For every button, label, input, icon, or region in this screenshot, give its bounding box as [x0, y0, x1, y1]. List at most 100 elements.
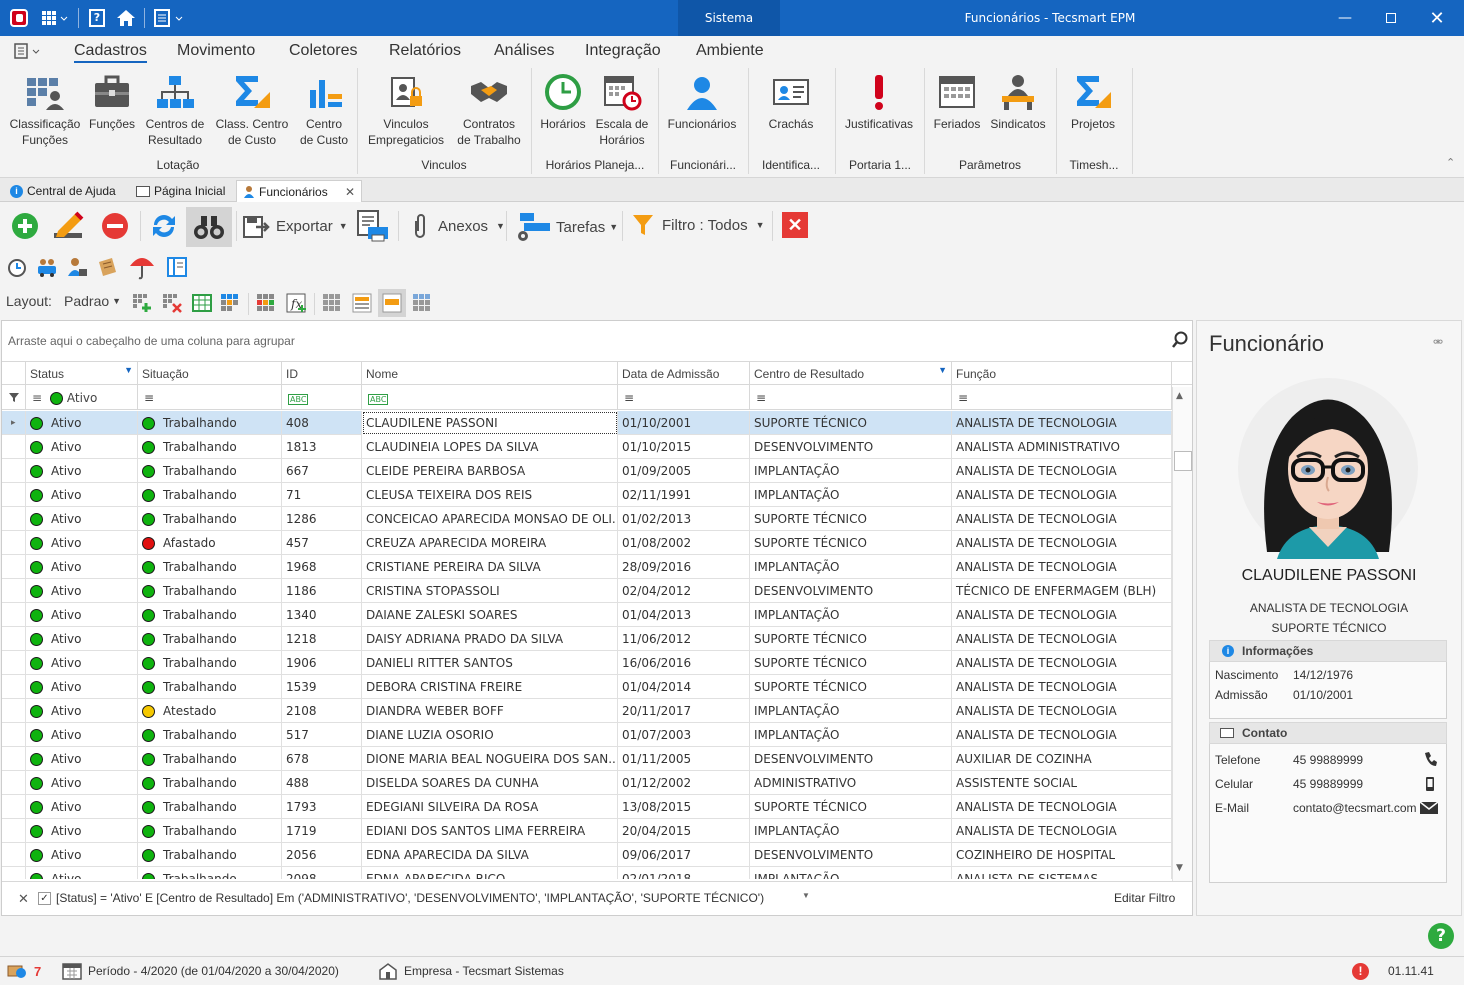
cell-admissao[interactable]: 02/11/1991 [618, 483, 750, 507]
cell-centro[interactable]: SUPORTE TÉCNICO [750, 627, 952, 651]
cell-centro[interactable]: IMPLANTAÇÃO [750, 867, 952, 879]
people-car-icon[interactable] [36, 256, 58, 278]
collapse-ribbon-icon[interactable]: ⌃ [1446, 156, 1455, 169]
cell-centro[interactable]: DESENVOLVIMENTO [750, 747, 952, 771]
close-tab-icon[interactable]: ✕ [345, 185, 355, 199]
tab-central-ajuda[interactable]: i Central de Ajuda [4, 180, 122, 202]
scroll-thumb[interactable] [1174, 451, 1192, 471]
table-row[interactable]: Ativo Trabalhando 1539 DEBORA CRISTINA FREI… [2, 675, 1172, 699]
cell-funcao[interactable]: TÉCNICO DE ENFERMAGEM (BLH) [952, 579, 1172, 603]
cell-nome[interactable]: CRISTIANE PEREIRA DA SILVA [362, 555, 618, 579]
add-layout-icon[interactable] [132, 293, 152, 313]
table-row[interactable]: Ativo Trabalhando 1968 CRISTIANE PEREIRA DA… [2, 555, 1172, 579]
column-header-status[interactable]: Status ▼ [26, 362, 138, 386]
centros-resultado-button[interactable]: Centros de Resultado [142, 72, 208, 148]
tab-funcionarios[interactable]: Funcionários ✕ [236, 180, 362, 202]
cell-situacao[interactable]: Trabalhando [138, 651, 282, 675]
column-header-id[interactable]: ID [282, 362, 362, 386]
cell-nome[interactable]: CLEIDE PEREIRA BARBOSA [362, 459, 618, 483]
add-icon[interactable] [10, 211, 40, 241]
cell-admissao[interactable]: 11/06/2012 [618, 627, 750, 651]
funcionarios-button[interactable]: Funcionários [662, 72, 742, 132]
book-icon[interactable] [166, 256, 188, 278]
cell-status[interactable]: Ativo [26, 723, 138, 747]
cell-funcao[interactable]: ANALISTA DE TECNOLOGIA [952, 531, 1172, 555]
mobile-value[interactable]: 45 99889999 [1293, 777, 1363, 791]
cell-id[interactable]: 2108 [282, 699, 362, 723]
cell-id[interactable]: 1906 [282, 651, 362, 675]
cell-nome[interactable]: EDNA APARECIDA DA SILVA [362, 843, 618, 867]
cell-admissao[interactable]: 01/09/2005 [618, 459, 750, 483]
cell-status[interactable]: Ativo [26, 675, 138, 699]
cell-situacao[interactable]: Trabalhando [138, 843, 282, 867]
cell-situacao[interactable]: Afastado [138, 531, 282, 555]
cell-id[interactable]: 1813 [282, 435, 362, 459]
filter-enabled-checkbox[interactable]: ✓ [38, 892, 51, 905]
error-status-icon[interactable]: ! [1352, 957, 1369, 985]
menu-tab-analises[interactable]: Análises [494, 42, 554, 60]
cell-status[interactable]: Ativo [26, 603, 138, 627]
cell-funcao[interactable]: ANALISTA DE TECNOLOGIA [952, 675, 1172, 699]
filter-cell-data-admissao[interactable]: ≡ [618, 386, 750, 410]
cell-admissao[interactable]: 02/01/2018 [618, 867, 750, 879]
cell-situacao[interactable]: Trabalhando [138, 795, 282, 819]
cell-centro[interactable]: IMPLANTAÇÃO [750, 555, 952, 579]
cell-nome[interactable]: DIANE LUZIA OSORIO [362, 723, 618, 747]
cell-funcao[interactable]: ANALISTA DE TECNOLOGIA [952, 819, 1172, 843]
cell-admissao[interactable]: 09/06/2017 [618, 843, 750, 867]
notes-icon[interactable] [96, 256, 118, 278]
cell-situacao[interactable]: Trabalhando [138, 555, 282, 579]
cell-funcao[interactable]: ANALISTA DE TECNOLOGIA [952, 603, 1172, 627]
filter-cell-funcao[interactable]: ≡ [952, 386, 1172, 410]
cell-situacao[interactable]: Trabalhando [138, 459, 282, 483]
cell-nome[interactable]: DAISY ADRIANA PRADO DA SILVA [362, 627, 618, 651]
home-icon[interactable] [114, 0, 138, 36]
table-row[interactable]: Ativo Trabalhando 488 DISELDA SOARES DA CUN… [2, 771, 1172, 795]
cell-status[interactable]: Ativo [26, 483, 138, 507]
cell-admissao[interactable]: 01/02/2013 [618, 507, 750, 531]
filter-expression[interactable]: [Status] = 'Ativo' E [Centro de Resultad… [56, 891, 764, 905]
table-row[interactable]: Ativo Trabalhando 517 DIANE LUZIA OSORIO 01/… [2, 723, 1172, 747]
cell-centro[interactable]: ADMINISTRATIVO [750, 771, 952, 795]
tasks-button[interactable]: Tarefas ▼ [514, 211, 618, 243]
centro-custo-button[interactable]: Centro de Custo [296, 72, 352, 148]
sindicatos-button[interactable]: Sindicatos [986, 72, 1050, 132]
minimize-icon[interactable]: — [1322, 0, 1368, 36]
help-question-icon[interactable]: ? [1428, 923, 1454, 949]
feriados-button[interactable]: Feriados [928, 72, 986, 132]
cell-centro[interactable]: DESENVOLVIMENTO [750, 435, 952, 459]
cell-nome[interactable]: DAIANE ZALESKI SOARES [362, 603, 618, 627]
cell-nome[interactable]: DISELDA SOARES DA CUNHA [362, 771, 618, 795]
cell-funcao[interactable]: ANALISTA DE TECNOLOGIA [952, 411, 1172, 435]
vinculos-empregaticios-button[interactable]: Vinculos Empregaticios [362, 72, 450, 148]
column-header-funcao[interactable]: Função [952, 362, 1172, 386]
tab-pagina-inicial[interactable]: Página Inicial [130, 180, 231, 202]
group-panel[interactable]: Arraste aqui o cabeçalho de uma coluna p… [2, 321, 1192, 361]
class-centro-custo-button[interactable]: Class. Centro de Custo [212, 72, 292, 148]
cell-status[interactable]: Ativo [26, 507, 138, 531]
delete-icon[interactable] [100, 211, 130, 241]
cell-id[interactable]: 1286 [282, 507, 362, 531]
filter-history-dropdown-icon[interactable]: ▼ [802, 891, 810, 900]
cell-nome[interactable]: CLEUSA TEIXEIRA DOS REIS [362, 483, 618, 507]
cell-centro[interactable]: SUPORTE TÉCNICO [750, 651, 952, 675]
cell-admissao[interactable]: 13/08/2015 [618, 795, 750, 819]
grid-menu-icon[interactable] [36, 0, 72, 36]
table-row[interactable]: Ativo Trabalhando 1218 DAISY ADRIANA PRADO … [2, 627, 1172, 651]
cell-situacao[interactable]: Trabalhando [138, 627, 282, 651]
table-row[interactable]: ▸ Ativo Trabalhando 408 CLAUDILENE PASSONI 01… [2, 411, 1172, 435]
document-menu-icon[interactable] [150, 0, 188, 36]
table-row[interactable]: Ativo Trabalhando 1906 DANIELI RITTER SANTO… [2, 651, 1172, 675]
cell-admissao[interactable]: 28/09/2016 [618, 555, 750, 579]
cell-nome[interactable]: DANIELI RITTER SANTOS [362, 651, 618, 675]
cell-situacao[interactable]: Trabalhando [138, 867, 282, 879]
cell-centro[interactable]: SUPORTE TÉCNICO [750, 675, 952, 699]
cell-admissao[interactable]: 01/08/2002 [618, 531, 750, 555]
contratos-trabalho-button[interactable]: Contratos de Trabalho [452, 72, 526, 148]
scroll-up-icon[interactable]: ▲ [1176, 391, 1183, 401]
color-grid-icon[interactable] [220, 293, 240, 313]
phone-icon[interactable] [1423, 751, 1437, 770]
column-header-data-admissao[interactable]: Data de Admissão [618, 362, 750, 386]
cell-status[interactable]: Ativo [26, 555, 138, 579]
cell-funcao[interactable]: ANALISTA DE SISTEMAS [952, 867, 1172, 879]
